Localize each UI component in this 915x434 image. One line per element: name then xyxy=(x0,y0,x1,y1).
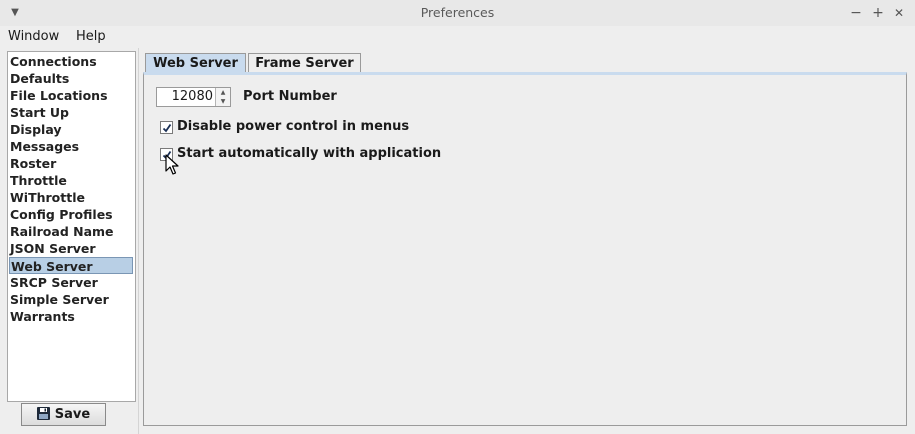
tab-frame-server[interactable]: Frame Server xyxy=(248,53,361,73)
close-button[interactable]: ✕ xyxy=(890,4,908,22)
disable-power-checkbox[interactable] xyxy=(160,121,173,134)
port-number-label: Port Number xyxy=(243,89,337,104)
sidebar-item-connections[interactable]: Connections xyxy=(9,53,133,70)
sidebar-item-srcp-server[interactable]: SRCP Server xyxy=(9,274,133,291)
sidebar-item-simple-server[interactable]: Simple Server xyxy=(9,291,133,308)
floppy-disk-icon xyxy=(36,406,50,420)
sidebar-item-json-server[interactable]: JSON Server xyxy=(9,240,133,257)
sidebar-item-web-server[interactable]: Web Server xyxy=(9,257,133,274)
sidebar-item-roster[interactable]: Roster xyxy=(9,155,133,172)
menubar: Window Help xyxy=(0,26,915,48)
sidebar-item-throttle[interactable]: Throttle xyxy=(9,172,133,189)
sidebar-item-display[interactable]: Display xyxy=(9,121,133,138)
sidebar-item-file-locations[interactable]: File Locations xyxy=(9,87,133,104)
splitter[interactable] xyxy=(138,48,139,434)
sidebar-item-defaults[interactable]: Defaults xyxy=(9,70,133,87)
mouse-pointer-icon xyxy=(165,154,179,175)
save-button-label: Save xyxy=(54,407,91,422)
disable-power-label[interactable]: Disable power control in menus xyxy=(177,119,409,134)
spinner-arrows: ▲ ▼ xyxy=(215,88,230,106)
window-titlebar: ▼ Preferences − + ✕ xyxy=(0,0,915,27)
menu-help[interactable]: Help xyxy=(75,26,107,48)
window-title: Preferences xyxy=(420,5,495,20)
checkmark-icon xyxy=(162,123,172,133)
sidebar-item-config-profiles[interactable]: Config Profiles xyxy=(9,206,133,223)
tab-web-server[interactable]: Web Server xyxy=(145,53,246,73)
sidebar-item-railroad-name[interactable]: Railroad Name xyxy=(9,223,133,240)
spinner-down-icon[interactable]: ▼ xyxy=(216,97,230,106)
maximize-button[interactable]: + xyxy=(869,4,887,22)
save-button[interactable]: Save xyxy=(21,403,106,426)
sidebar-item-warrants[interactable]: Warrants xyxy=(9,308,133,325)
port-number-spinner[interactable]: 12080 ▲ ▼ xyxy=(156,87,231,107)
sidebar-item-messages[interactable]: Messages xyxy=(9,138,133,155)
spinner-up-icon[interactable]: ▲ xyxy=(216,88,230,97)
start-automatically-label[interactable]: Start automatically with application xyxy=(177,146,441,161)
port-number-input[interactable]: 12080 xyxy=(172,88,213,106)
menu-window[interactable]: Window xyxy=(7,26,60,48)
sidebar-item-withrottle[interactable]: WiThrottle xyxy=(9,189,133,206)
minimize-button[interactable]: − xyxy=(847,4,865,22)
preferences-category-list[interactable]: Connections Defaults File Locations Star… xyxy=(7,51,136,402)
sidebar-item-start-up[interactable]: Start Up xyxy=(9,104,133,121)
